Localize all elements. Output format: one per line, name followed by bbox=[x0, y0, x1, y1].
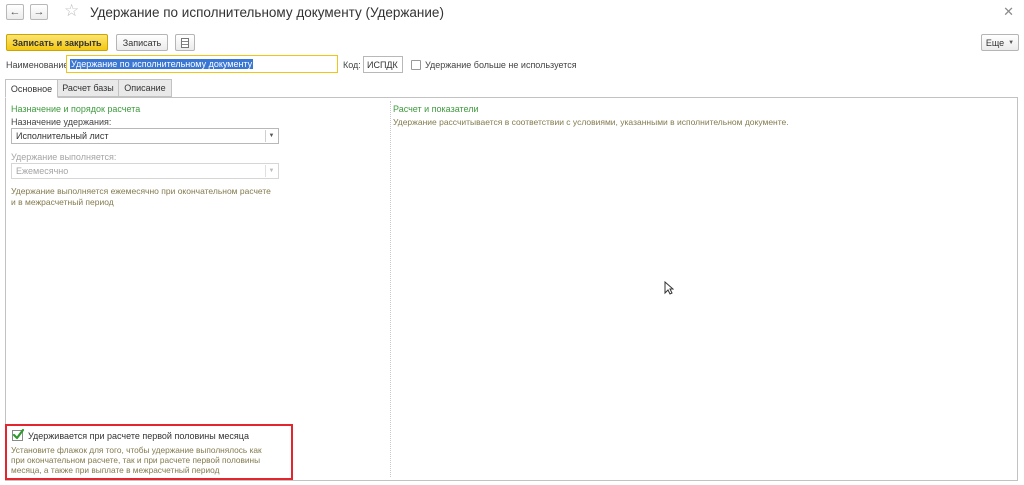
first-half-hint: Установите флажок для того, чтобы удержа… bbox=[11, 445, 262, 475]
first-half-hint-line-1: Установите флажок для того, чтобы удержа… bbox=[11, 445, 262, 455]
name-input[interactable]: Удержание по исполнительному документу bbox=[66, 55, 338, 73]
left-section-title: Назначение и порядок расчета bbox=[11, 104, 141, 114]
save-and-close-label: Записать и закрыть bbox=[12, 37, 102, 48]
executes-value: Ежемесячно bbox=[16, 166, 69, 176]
document-list-button[interactable] bbox=[175, 34, 195, 51]
code-label: Код: bbox=[343, 60, 361, 70]
checkmark-icon bbox=[12, 428, 25, 440]
more-label: Еще bbox=[985, 37, 1005, 48]
executes-hint: Удержание выполняется ежемесячно при око… bbox=[11, 186, 271, 208]
right-info-text: Удержание рассчитывается в соответствии … bbox=[393, 117, 789, 127]
save-label: Записать bbox=[122, 37, 162, 48]
tab-base-calculation[interactable]: Расчет базы bbox=[57, 79, 119, 97]
forward-button[interactable]: → bbox=[30, 4, 48, 20]
executes-hint-line-1: Удержание выполняется ежемесячно при око… bbox=[11, 186, 271, 196]
chevron-down-icon: ▼ bbox=[1008, 39, 1015, 46]
unused-label: Удержание больше не используется bbox=[425, 60, 577, 70]
first-half-label: Удерживается при расчете первой половины… bbox=[28, 431, 249, 441]
code-input[interactable]: ИСПДК bbox=[363, 56, 403, 73]
mouse-cursor-icon bbox=[664, 281, 674, 295]
chevron-down-icon[interactable]: ▼ bbox=[265, 130, 277, 142]
purpose-value: Исполнительный лист bbox=[16, 131, 109, 141]
forward-arrow-icon: → bbox=[33, 6, 45, 18]
first-half-hint-line-2: при окончательном расчете, так и при рас… bbox=[11, 455, 261, 465]
tab-description-label: Описание bbox=[124, 83, 166, 93]
executes-select: Ежемесячно ▼ bbox=[11, 163, 279, 179]
document-icon bbox=[181, 37, 189, 48]
back-button[interactable]: ← bbox=[6, 4, 24, 20]
name-value: Удержание по исполнительному документу bbox=[70, 59, 254, 69]
window-title: Удержание по исполнительному документу (… bbox=[90, 5, 444, 20]
executes-hint-line-2: и в межрасчетный период bbox=[11, 197, 114, 207]
close-icon[interactable]: ✕ bbox=[1003, 4, 1014, 20]
save-button[interactable]: Записать bbox=[116, 34, 168, 51]
first-half-hint-line-3: месяца, а также при выплате в межрасчетн… bbox=[11, 465, 220, 475]
more-button[interactable]: Еще ▼ bbox=[981, 34, 1019, 51]
purpose-label: Назначение удержания: bbox=[11, 117, 112, 127]
purpose-select[interactable]: Исполнительный лист ▼ bbox=[11, 128, 279, 144]
back-arrow-icon: ← bbox=[9, 6, 21, 18]
chevron-down-icon: ▼ bbox=[265, 165, 277, 177]
tab-base-calculation-label: Расчет базы bbox=[62, 83, 114, 93]
right-section-title: Расчет и показатели bbox=[393, 104, 479, 114]
first-half-checkbox[interactable] bbox=[12, 428, 25, 441]
save-and-close-button[interactable]: Записать и закрыть bbox=[6, 34, 108, 51]
unused-checkbox[interactable] bbox=[411, 60, 421, 70]
executes-label: Удержание выполняется: bbox=[11, 152, 117, 162]
tab-main[interactable]: Основное bbox=[5, 79, 58, 98]
tab-description[interactable]: Описание bbox=[118, 79, 172, 97]
tab-main-label: Основное bbox=[10, 83, 53, 94]
column-divider bbox=[390, 101, 391, 477]
favorite-star-icon[interactable]: ☆ bbox=[64, 2, 79, 19]
name-label: Наименование: bbox=[6, 60, 71, 70]
